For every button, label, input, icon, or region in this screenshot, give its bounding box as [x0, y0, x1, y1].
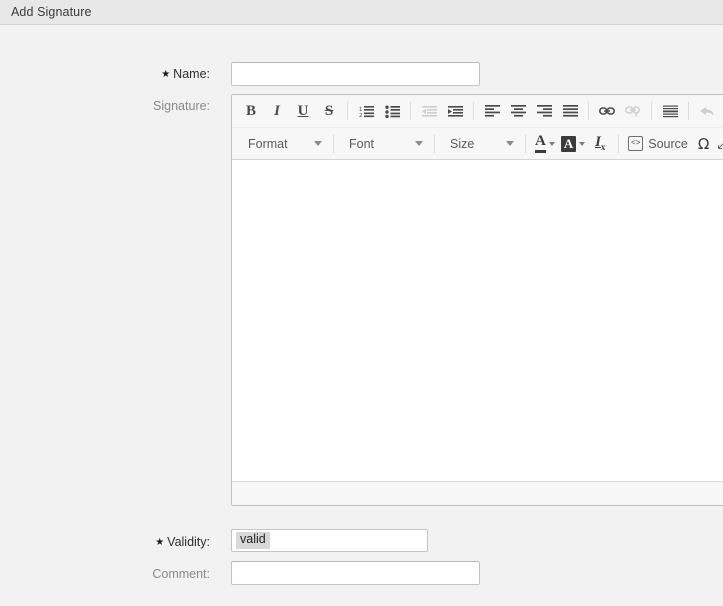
validity-label: ★ Validity:	[30, 535, 210, 549]
svg-text:x: x	[634, 111, 638, 117]
name-input[interactable]	[231, 62, 480, 86]
toolbar-separator	[347, 102, 348, 120]
special-character-icon[interactable]: Ω	[692, 135, 715, 153]
name-label-text: Name:	[173, 67, 210, 81]
size-dropdown-label: Size	[450, 136, 475, 151]
font-dropdown-label: Font	[349, 136, 375, 151]
editor-toolbar: B I U S 1 2 x Format Font Size A A Ix <>…	[232, 95, 723, 160]
source-button[interactable]: <> Source	[624, 136, 692, 151]
chevron-down-icon	[579, 141, 586, 146]
source-code-icon: <>	[628, 136, 644, 151]
validity-selected-option: valid	[236, 532, 270, 549]
required-star-icon: ★	[155, 537, 165, 548]
chevron-down-icon	[506, 141, 514, 146]
format-dropdown-label: Format	[248, 136, 288, 151]
validity-select[interactable]: valid	[231, 529, 428, 552]
chevron-down-icon	[314, 141, 322, 146]
align-right-icon[interactable]	[531, 99, 557, 123]
text-color-picker[interactable]: A	[531, 134, 557, 153]
signature-editor-body[interactable]	[232, 160, 723, 481]
signature-rich-text-editor: B I U S 1 2 x Format Font Size A A Ix <>…	[231, 94, 723, 506]
toolbar-separator	[473, 102, 474, 120]
editor-status-bar	[232, 481, 723, 505]
toolbar-separator	[525, 134, 526, 153]
align-center-icon[interactable]	[505, 99, 531, 123]
required-star-icon: ★	[161, 69, 171, 80]
toolbar-separator	[333, 134, 334, 153]
svg-text:2: 2	[359, 113, 363, 118]
background-color-icon: A	[560, 135, 577, 152]
align-left-icon[interactable]	[479, 99, 505, 123]
validity-label-text: Validity:	[167, 535, 210, 549]
numbered-list-icon[interactable]: 1 2	[353, 99, 379, 123]
font-dropdown[interactable]: Font	[339, 132, 429, 156]
name-label: ★ Name:	[30, 67, 210, 81]
comment-label: Comment:	[152, 567, 210, 581]
text-color-icon: A	[535, 134, 546, 153]
link-icon[interactable]	[594, 99, 620, 123]
toolbar-separator	[588, 102, 589, 120]
chevron-down-icon	[415, 141, 423, 146]
indent-icon[interactable]	[442, 99, 468, 123]
window-titlebar: Add Signature	[0, 0, 723, 25]
editor-toolbar-row-2: Format Font Size A A Ix <> Source Ω ⤢	[232, 127, 723, 159]
toolbar-separator	[651, 102, 652, 120]
source-button-label: Source	[648, 136, 688, 151]
maximize-icon[interactable]: ⤢	[715, 135, 723, 152]
horizontal-rule-icon[interactable]	[657, 99, 683, 123]
window-title: Add Signature	[11, 5, 92, 19]
outdent-icon[interactable]	[416, 99, 442, 123]
remove-format-sub: x	[600, 142, 606, 152]
signature-label: Signature:	[153, 99, 210, 113]
strikethrough-icon[interactable]: S	[316, 99, 342, 123]
toolbar-separator	[434, 134, 435, 153]
align-justify-icon[interactable]	[557, 99, 583, 123]
editor-toolbar-row-1: B I U S 1 2 x	[232, 95, 723, 127]
remove-format-icon[interactable]: Ix	[587, 132, 613, 156]
underline-icon[interactable]: U	[290, 99, 316, 123]
toolbar-separator	[410, 102, 411, 120]
unlink-icon[interactable]: x	[620, 99, 646, 123]
add-signature-form: ★ Name: Signature: B I U S 1 2 x Format …	[0, 25, 723, 592]
comment-input[interactable]	[231, 561, 480, 585]
background-color-picker[interactable]: A	[557, 135, 587, 152]
italic-icon[interactable]: I	[264, 99, 290, 123]
chevron-down-icon	[548, 141, 555, 146]
bold-icon[interactable]: B	[238, 99, 264, 123]
toolbar-separator	[688, 102, 689, 120]
format-dropdown[interactable]: Format	[238, 132, 328, 156]
bulleted-list-icon[interactable]	[379, 99, 405, 123]
undo-icon[interactable]	[694, 99, 720, 123]
size-dropdown[interactable]: Size	[440, 132, 520, 156]
toolbar-separator	[618, 134, 620, 153]
